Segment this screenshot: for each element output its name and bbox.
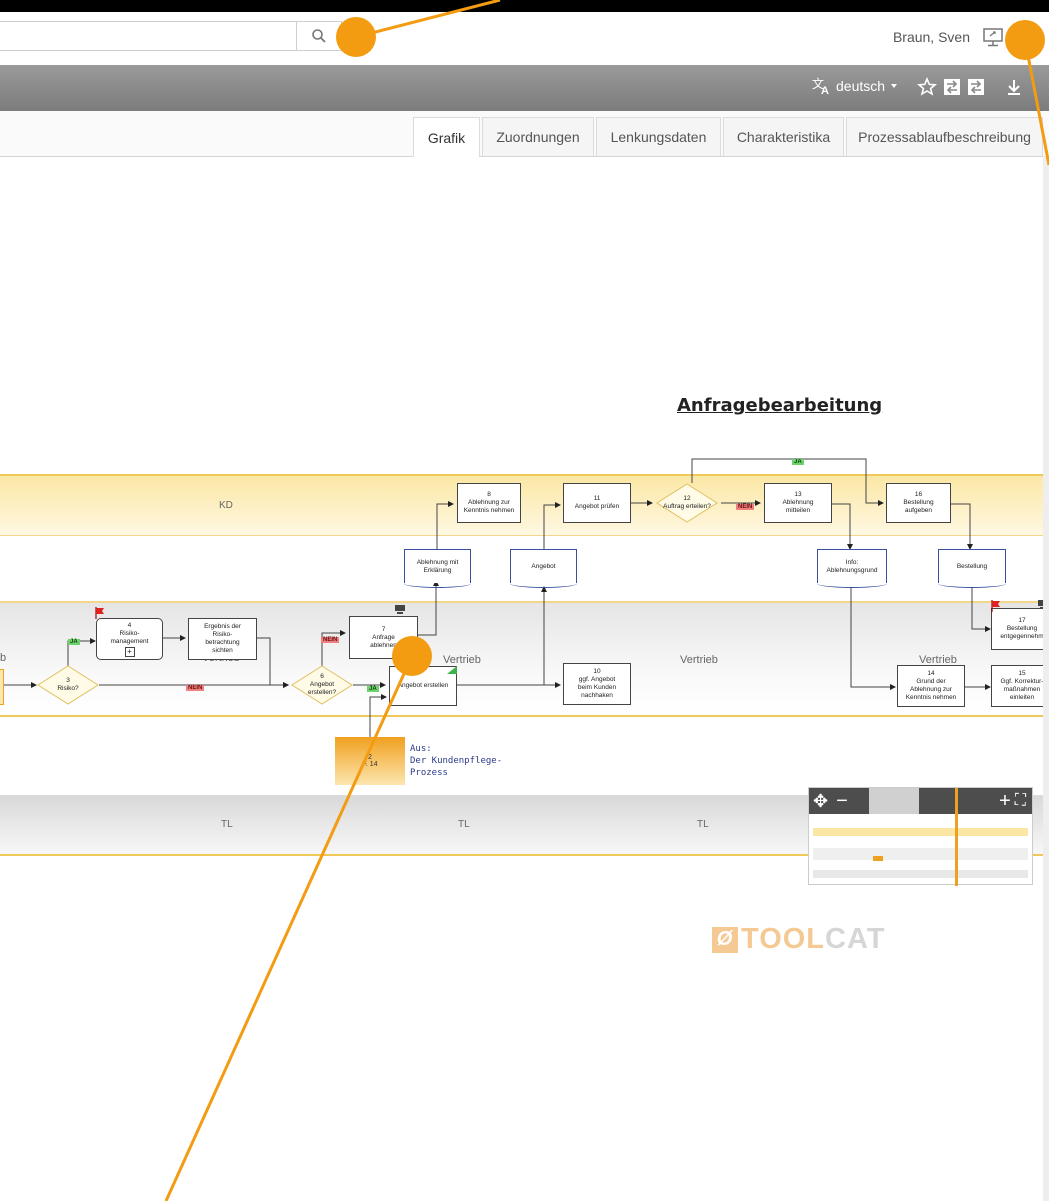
annotation-callout-1 bbox=[336, 17, 376, 57]
annotation-lines bbox=[164, 0, 1049, 1201]
annotation-callout-3 bbox=[392, 636, 432, 676]
annotation-callout-2 bbox=[1005, 20, 1045, 60]
